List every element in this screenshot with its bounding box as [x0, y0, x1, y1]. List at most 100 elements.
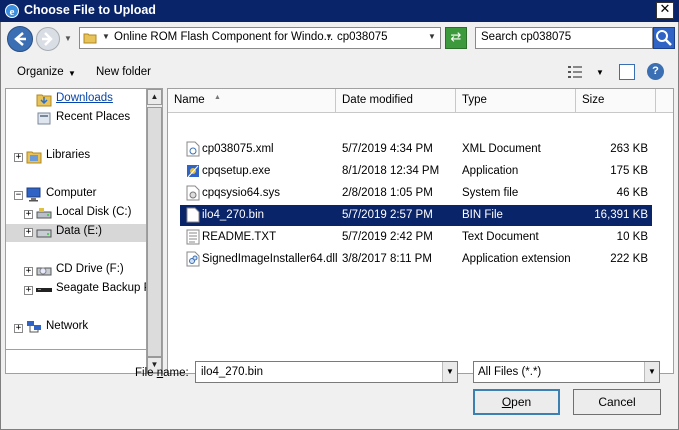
- breadcrumb-current[interactable]: cp038075: [337, 31, 388, 43]
- expand-seagate-icon[interactable]: +: [24, 286, 33, 295]
- expand-local-disk-icon[interactable]: +: [24, 210, 33, 219]
- column-header-type[interactable]: Type: [456, 89, 576, 113]
- local-disk-icon: [36, 208, 52, 219]
- column-header-label: Name: [174, 94, 205, 106]
- new-folder-button[interactable]: New folder: [96, 66, 151, 78]
- nav-item-label: Libraries: [46, 149, 91, 161]
- folder-icon: [83, 33, 97, 44]
- refresh-button[interactable]: ⇄: [445, 27, 467, 49]
- navigation-pane: Downloads Recent Places + Libraries − Co…: [5, 88, 146, 350]
- file-name-label-post: ame:: [163, 367, 189, 379]
- xml-file-icon: [186, 141, 200, 157]
- nav-item-network[interactable]: Network: [26, 319, 144, 337]
- breadcrumb-parent[interactable]: Online ROM Flash Component for Windo...: [114, 31, 333, 43]
- file-name-label-pre: File: [135, 367, 157, 379]
- exe-file-icon: [187, 165, 199, 178]
- open-button[interactable]: Open: [473, 389, 560, 415]
- column-header-label: Type: [462, 94, 487, 106]
- libraries-icon: [26, 151, 42, 164]
- dll-file-icon: [186, 251, 200, 267]
- nav-item-label: CD Drive (F:): [56, 263, 124, 275]
- views-icon[interactable]: [567, 65, 583, 79]
- file-type: System file: [462, 187, 519, 199]
- nav-item-label: Seagate Backup Plu: [56, 282, 146, 294]
- file-row[interactable]: cpqsetup.exe 8/1/2018 12:34 PM Applicati…: [180, 161, 652, 182]
- navigation-pane-scrollbar[interactable]: ▲ ▼: [146, 88, 163, 374]
- open-label-accesskey: O: [501, 395, 512, 409]
- nav-item-libraries[interactable]: Libraries: [26, 148, 144, 166]
- file-size: 16,391 KB: [594, 209, 648, 221]
- nav-item-local-disk[interactable]: Local Disk (C:): [36, 205, 144, 223]
- column-header-date-modified[interactable]: Date modified: [336, 89, 456, 113]
- file-type: XML Document: [462, 143, 541, 155]
- file-date: 8/1/2018 12:34 PM: [342, 165, 440, 177]
- file-size: 222 KB: [610, 253, 648, 265]
- help-icon[interactable]: ?: [647, 63, 664, 80]
- file-name: cpqsetup.exe: [202, 165, 271, 177]
- close-button[interactable]: ✕: [656, 2, 674, 19]
- file-type: Text Document: [462, 231, 539, 243]
- nav-item-recent-places[interactable]: Recent Places: [36, 110, 144, 128]
- file-type-dropdown-icon[interactable]: ▼: [644, 362, 659, 382]
- nav-item-seagate-backup[interactable]: Seagate Backup Plu: [36, 281, 146, 299]
- search-input[interactable]: Search cp038075: [475, 27, 653, 49]
- preview-pane-icon[interactable]: [619, 64, 635, 80]
- address-dropdown-icon[interactable]: ▼: [428, 32, 436, 41]
- forward-button[interactable]: [36, 27, 60, 51]
- nav-item-cd-drive[interactable]: CD Drive (F:): [36, 262, 144, 280]
- nav-item-label: Computer: [46, 187, 97, 199]
- file-row[interactable]: cpqsysio64.sys 2/8/2018 1:05 PM System f…: [180, 183, 652, 204]
- expand-cd-drive-icon[interactable]: +: [24, 267, 33, 276]
- back-arrow-icon: [14, 32, 26, 46]
- back-button[interactable]: [7, 26, 33, 52]
- title-bar[interactable]: e Choose File to Upload ✕: [0, 0, 679, 22]
- file-row[interactable]: SignedImageInstaller64.dll 3/8/2017 8:11…: [180, 249, 652, 270]
- organize-dropdown-icon[interactable]: ▼: [68, 69, 76, 78]
- file-row[interactable]: README.TXT 5/7/2019 2:42 PM Text Documen…: [180, 227, 652, 248]
- sort-ascending-icon: ▲: [214, 94, 221, 101]
- cancel-button[interactable]: Cancel: [573, 389, 661, 415]
- file-name-label: File name:: [135, 367, 189, 379]
- file-row[interactable]: cp038075.xml 5/7/2019 4:34 PM XML Docume…: [180, 139, 652, 160]
- downloads-folder-icon: [36, 94, 52, 107]
- file-dialog-window: e Choose File to Upload ✕ ▼ ▼ Online ROM…: [0, 0, 679, 430]
- file-date: 2/8/2018 1:05 PM: [342, 187, 433, 199]
- forward-arrow-icon: [42, 32, 53, 46]
- file-name-input[interactable]: ilo4_270.bin: [195, 361, 458, 383]
- navigation-pane-footer: [5, 350, 146, 374]
- collapse-computer-icon[interactable]: −: [14, 191, 23, 200]
- nav-item-data-drive[interactable]: + Data (E:): [6, 224, 146, 242]
- breadcrumb-separator-icon[interactable]: ▼: [325, 32, 333, 41]
- scroll-up-icon[interactable]: ▲: [147, 89, 162, 105]
- address-bar[interactable]: ▼ Online ROM Flash Component for Windo..…: [79, 27, 441, 49]
- recent-places-icon: [37, 112, 51, 125]
- breadcrumb-chevron-icon[interactable]: ▼: [102, 32, 110, 41]
- sys-file-icon: [186, 185, 200, 201]
- file-name-dropdown-icon[interactable]: ▼: [442, 362, 457, 382]
- expand-libraries-icon[interactable]: +: [14, 153, 23, 162]
- file-name: cpqsysio64.sys: [202, 187, 280, 199]
- file-date: 5/7/2019 2:57 PM: [342, 209, 433, 221]
- expand-data-drive-icon[interactable]: +: [24, 228, 33, 237]
- file-name: README.TXT: [202, 231, 277, 243]
- file-size: 10 KB: [616, 231, 648, 243]
- bin-file-icon: [186, 207, 200, 223]
- views-dropdown-icon[interactable]: ▼: [596, 68, 604, 77]
- nav-item-label: Network: [46, 320, 89, 332]
- expand-network-icon[interactable]: +: [14, 324, 23, 333]
- file-type-select[interactable]: All Files (*.*): [473, 361, 660, 383]
- nav-item-computer[interactable]: Computer: [26, 186, 144, 204]
- file-row-selected[interactable]: ilo4_270.bin 5/7/2019 2:57 PM BIN File 1…: [180, 205, 652, 226]
- file-type: Application: [462, 165, 519, 177]
- recent-locations-dropdown[interactable]: ▼: [64, 34, 72, 43]
- nav-item-downloads[interactable]: Downloads: [36, 91, 144, 109]
- column-header-filler: [656, 89, 673, 113]
- search-button[interactable]: [653, 27, 675, 49]
- column-header-name[interactable]: Name ▲: [168, 89, 336, 113]
- file-size: 175 KB: [610, 165, 648, 177]
- scrollbar-thumb[interactable]: [147, 107, 162, 357]
- column-header-size[interactable]: Size: [576, 89, 656, 113]
- organize-menu[interactable]: Organize: [17, 66, 64, 78]
- navigation-bar: ▼ ▼ Online ROM Flash Component for Windo…: [1, 22, 678, 56]
- computer-icon: [26, 187, 41, 202]
